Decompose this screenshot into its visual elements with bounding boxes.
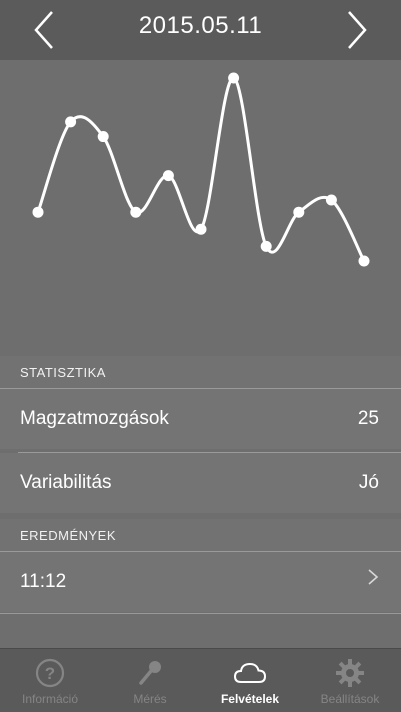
microphone-icon (139, 661, 161, 685)
tab-label: Felvételek (220, 692, 280, 706)
tab-bar: ? Információ Mérés Felvételek Beállításo… (0, 648, 401, 712)
list-empty-area (0, 614, 401, 648)
tab-measurement[interactable]: Mérés (100, 649, 200, 712)
chevron-right-icon (348, 11, 367, 49)
tab-recordings[interactable]: Felvételek (200, 649, 300, 712)
data-point (260, 240, 272, 252)
data-point (325, 194, 337, 206)
data-point (195, 223, 207, 235)
next-day-button[interactable] (337, 8, 377, 52)
data-point (65, 116, 77, 128)
data-point (32, 206, 44, 218)
tab-information[interactable]: ? Információ (0, 649, 100, 712)
section-title: EREDMÉNYEK (20, 528, 117, 543)
question-icon: ? (35, 658, 65, 688)
stat-row-variability: Variabilitás Jó (0, 453, 401, 513)
stat-label: Magzatmozgások (20, 408, 169, 429)
data-point (228, 72, 240, 84)
result-time: 11:12 (20, 571, 67, 592)
data-point (130, 206, 142, 218)
stat-value: Jó (358, 472, 379, 493)
section-title: STATISZTIKA (20, 365, 106, 380)
tab-label: Beállítások (320, 692, 380, 706)
data-point (162, 170, 174, 182)
tab-label: Mérés (133, 692, 167, 706)
stat-row-movements: Magzatmozgások 25 (0, 389, 401, 449)
movement-chart (0, 60, 401, 356)
svg-text:?: ? (45, 664, 55, 683)
tab-label: Információ (21, 692, 79, 706)
data-point (97, 131, 109, 143)
header: 2015.05.11 (0, 0, 401, 60)
cloud-icon (233, 662, 267, 683)
section-header-statistics: STATISZTIKA (0, 356, 401, 388)
tab-settings[interactable]: Beállítások (300, 649, 400, 712)
data-point (293, 206, 305, 218)
gear-icon (336, 659, 364, 687)
data-point (358, 255, 370, 267)
movement-chart-svg (32, 72, 370, 267)
result-row[interactable]: 11:12 (0, 552, 401, 612)
chevron-right-icon (367, 566, 379, 594)
section-header-results: EREDMÉNYEK (0, 519, 401, 551)
stat-value: 25 (357, 408, 379, 429)
stat-label: Variabilitás (20, 472, 112, 493)
